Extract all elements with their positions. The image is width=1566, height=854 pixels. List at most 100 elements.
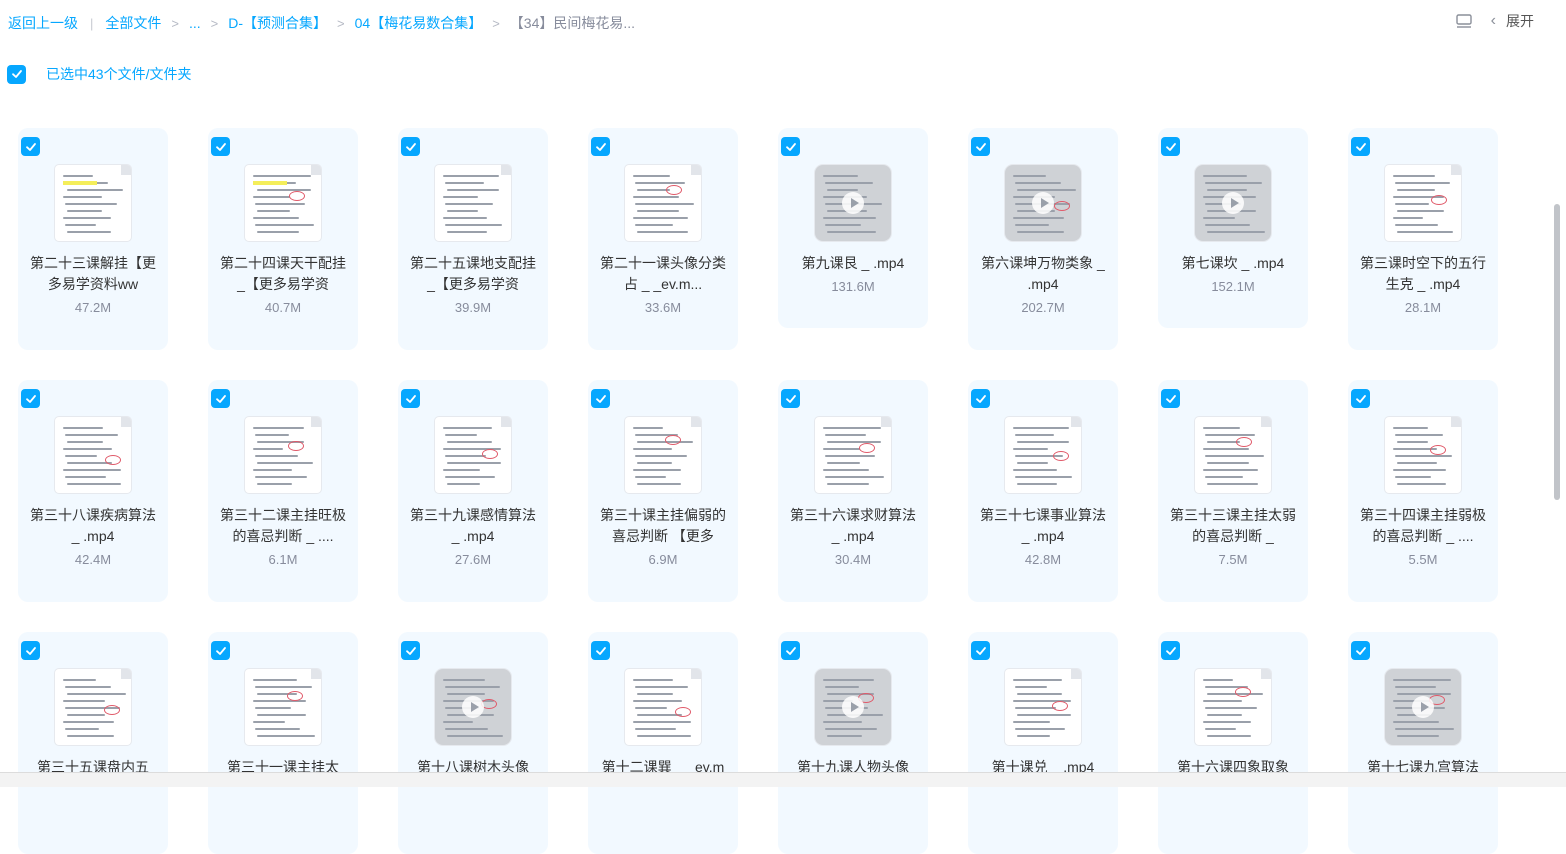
file-card[interactable]: 第十六课四象取象 <box>1158 632 1308 854</box>
file-checkbox[interactable] <box>1161 137 1180 156</box>
file-card[interactable]: 第三十九课感情算法 _ .mp4 27.6M <box>398 380 548 602</box>
file-checkbox[interactable] <box>211 641 230 660</box>
breadcrumb-divider: | <box>90 15 94 31</box>
check-icon <box>25 142 36 151</box>
page-fold-icon <box>691 417 701 427</box>
check-icon <box>405 646 416 655</box>
file-card[interactable]: 第三十一课主挂太 <box>208 632 358 854</box>
file-thumbnail <box>1385 417 1461 493</box>
file-name: 第三十六课求财算法 _ .mp4 <box>790 507 916 544</box>
file-checkbox[interactable] <box>591 641 610 660</box>
list-view-icon[interactable] <box>1455 12 1473 30</box>
file-card[interactable]: 第二十三课解挂【更多易学资料ww 47.2M <box>18 128 168 350</box>
file-thumbnail <box>1385 669 1461 745</box>
file-card[interactable]: 第六课坤万物类象 _ .mp4 202.7M <box>968 128 1118 350</box>
file-checkbox[interactable] <box>21 641 40 660</box>
page-fold-icon <box>1071 417 1081 427</box>
file-checkbox[interactable] <box>971 389 990 408</box>
file-card[interactable]: 第三十四课主挂弱极的喜忌判断 _ .... 5.5M <box>1348 380 1498 602</box>
file-card[interactable]: 第三十五课盘内五 <box>18 632 168 854</box>
file-card[interactable]: 第十七课九宫算法 <box>1348 632 1498 854</box>
file-card[interactable]: 第二十一课头像分类占 _ _ev.m... 33.6M <box>588 128 738 350</box>
file-checkbox[interactable] <box>1161 389 1180 408</box>
file-size: 39.9M <box>454 300 492 315</box>
file-card[interactable]: 第三十七课事业算法 _ .mp4 42.8M <box>968 380 1118 602</box>
check-icon <box>215 646 226 655</box>
page-fold-icon <box>1451 165 1461 175</box>
file-card[interactable]: 第三课时空下的五行生克 _ .mp4 28.1M <box>1348 128 1498 350</box>
check-icon <box>975 394 986 403</box>
file-thumbnail <box>55 669 131 745</box>
page-fold-icon <box>881 417 891 427</box>
file-name: 第六课坤万物类象 _ .mp4 <box>981 255 1105 292</box>
file-card[interactable]: 第十课兑 _ .mp4 <box>968 632 1118 854</box>
check-icon <box>595 142 606 151</box>
taskbar <box>0 772 1566 787</box>
file-card[interactable]: 第三十三课主挂太弱的喜忌判断 _ 7.5M <box>1158 380 1308 602</box>
file-checkbox[interactable] <box>591 137 610 156</box>
file-checkbox[interactable] <box>401 641 420 660</box>
file-checkbox[interactable] <box>1351 389 1370 408</box>
file-card[interactable]: 第三十课主挂偏弱的喜忌判断 【更多 6.9M <box>588 380 738 602</box>
file-name: 第三课时空下的五行生克 _ .mp4 <box>1360 255 1486 292</box>
back-link[interactable]: 返回上一级 <box>8 13 78 33</box>
crumb-all-files[interactable]: 全部文件 <box>105 13 161 33</box>
file-checkbox[interactable] <box>211 137 230 156</box>
file-checkbox[interactable] <box>781 389 800 408</box>
file-checkbox[interactable] <box>401 137 420 156</box>
file-checkbox[interactable] <box>21 137 40 156</box>
file-card[interactable]: 第十九课人物头像 <box>778 632 928 854</box>
play-icon <box>842 696 864 718</box>
chevron-right-icon: > <box>171 15 179 31</box>
chevron-right-icon: > <box>492 15 500 31</box>
file-card[interactable]: 第二十五课地支配挂 _【更多易学资 39.9M <box>398 128 548 350</box>
file-card[interactable]: 第三十二课主挂旺极的喜忌判断 _ .... 6.1M <box>208 380 358 602</box>
file-card[interactable]: 第十二课巽 _ _ev.m <box>588 632 738 854</box>
page-fold-icon <box>311 669 321 679</box>
check-icon <box>785 394 796 403</box>
crumb-ellipsis[interactable]: ... <box>189 15 201 31</box>
file-checkbox[interactable] <box>401 389 420 408</box>
file-checkbox[interactable] <box>211 389 230 408</box>
play-icon <box>1032 192 1054 214</box>
file-checkbox[interactable] <box>591 389 610 408</box>
file-checkbox[interactable] <box>21 389 40 408</box>
file-checkbox[interactable] <box>781 137 800 156</box>
file-thumbnail <box>1005 669 1081 745</box>
select-all-checkbox[interactable] <box>7 64 26 84</box>
file-thumbnail <box>815 165 891 241</box>
file-thumbnail <box>625 417 701 493</box>
file-checkbox[interactable] <box>1351 641 1370 660</box>
file-size: 33.6M <box>644 300 682 315</box>
file-checkbox[interactable] <box>1161 641 1180 660</box>
crumb-level2[interactable]: 04【梅花易数合集】 <box>355 13 483 33</box>
file-checkbox[interactable] <box>971 641 990 660</box>
file-name: 第三十九课感情算法 _ .mp4 <box>410 507 536 544</box>
play-icon <box>842 192 864 214</box>
page-fold-icon <box>1071 669 1081 679</box>
crumb-level1[interactable]: D-【预测合集】 <box>228 13 327 33</box>
file-card[interactable]: 第十八课树木头像 <box>398 632 548 854</box>
vertical-scrollbar[interactable] <box>1554 204 1560 500</box>
file-thumbnail <box>1385 165 1461 241</box>
play-icon <box>1222 192 1244 214</box>
file-card[interactable]: 第二十四课天干配挂 _【更多易学资 40.7M <box>208 128 358 350</box>
check-icon <box>25 394 36 403</box>
file-checkbox[interactable] <box>781 641 800 660</box>
file-size: 6.9M <box>648 552 678 567</box>
file-card[interactable]: 第七课坎 _ .mp4 152.1M <box>1158 128 1308 328</box>
file-card[interactable]: 第九课艮 _ .mp4 131.6M <box>778 128 928 328</box>
file-checkbox[interactable] <box>1351 137 1370 156</box>
play-icon <box>1412 696 1434 718</box>
check-icon <box>1165 646 1176 655</box>
check-icon <box>405 142 416 151</box>
file-size: 30.4M <box>834 552 872 567</box>
selection-bar: 已选中43个文件/文件夹 <box>7 64 191 84</box>
page-fold-icon <box>501 417 511 427</box>
file-card[interactable]: 第三十六课求财算法 _ .mp4 30.4M <box>778 380 928 602</box>
page-fold-icon <box>121 417 131 427</box>
file-card[interactable]: 第三十八课疾病算法 _ .mp4 42.4M <box>18 380 168 602</box>
expand-button[interactable]: ‹ 展开 <box>1491 11 1534 31</box>
file-checkbox[interactable] <box>971 137 990 156</box>
file-size: 131.6M <box>831 279 875 294</box>
